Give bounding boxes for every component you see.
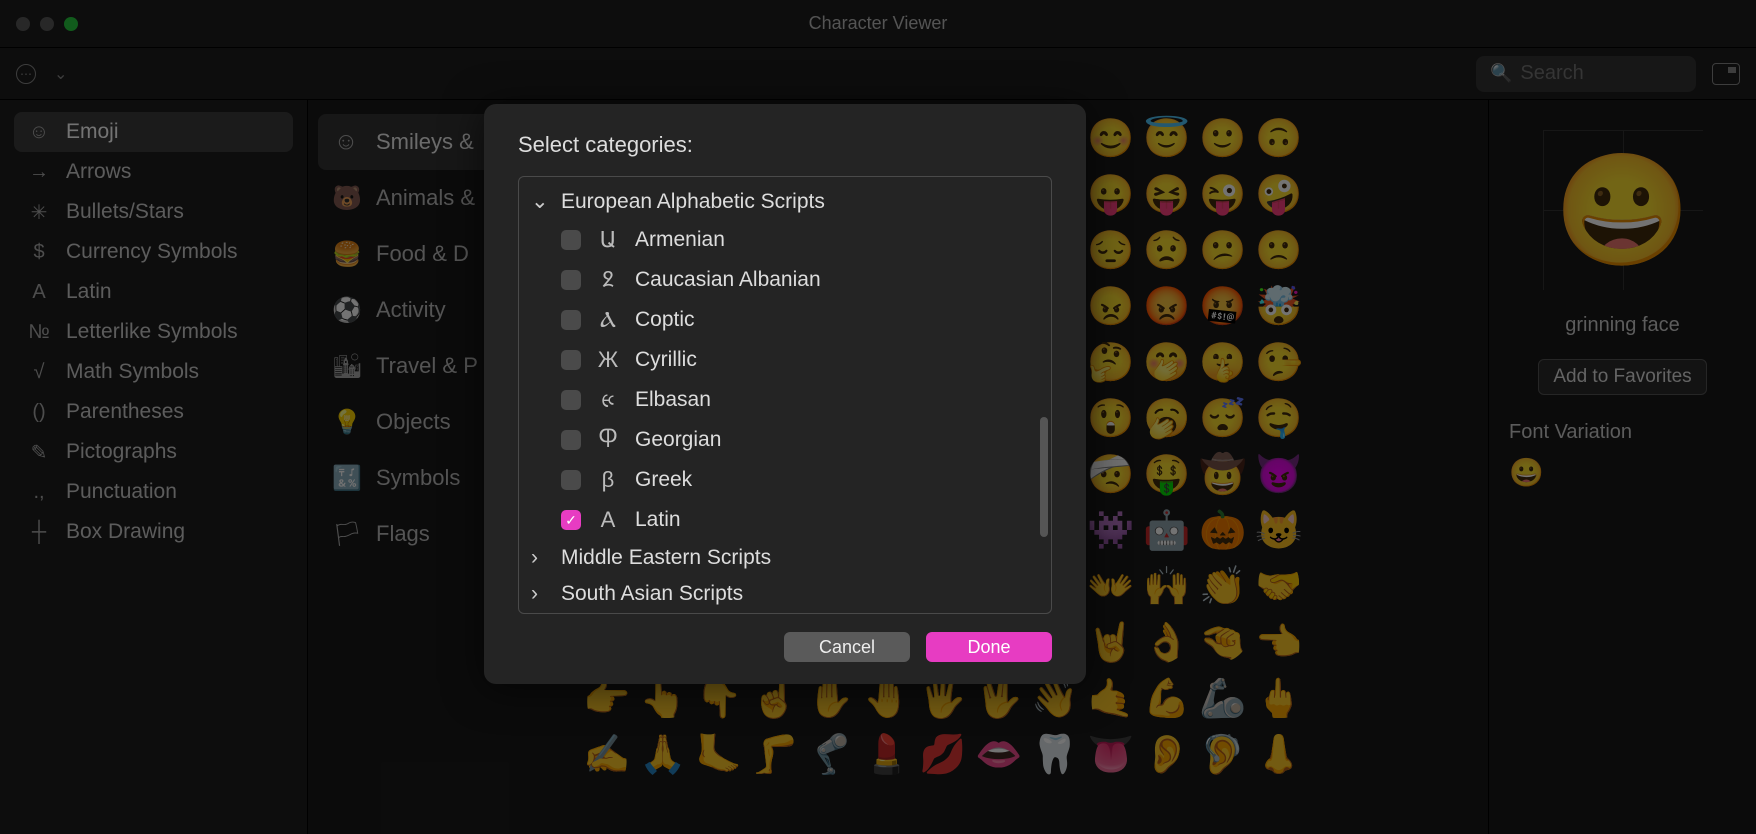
script-label: Georgian [635,428,721,452]
script-row[interactable]: Ⴔ Georgian [523,420,1047,460]
script-label: Armenian [635,228,725,252]
script-group-row[interactable]: › South Asian Scripts [523,576,1047,612]
script-row[interactable]: ✓ A Latin [523,500,1047,540]
script-label: Coptic [635,308,695,332]
script-glyph-icon: β [595,467,621,493]
script-glyph-icon: Ж [595,347,621,373]
script-row[interactable]: Ⲁ Coptic [523,300,1047,340]
script-row[interactable]: Ա Armenian [523,220,1047,260]
script-checkbox[interactable] [561,430,581,450]
scrollbar-thumb[interactable] [1040,417,1048,537]
script-glyph-icon: Ⲁ [595,307,621,333]
script-label: Caucasian Albanian [635,268,821,292]
script-row[interactable]: 𐔀 Elbasan [523,380,1047,420]
script-checkbox[interactable] [561,270,581,290]
category-tree: ⌄ European Alphabetic Scripts Ա Armenian 𐔰 Ca… [518,176,1052,614]
cancel-button[interactable]: Cancel [784,632,910,662]
chevron-right-icon: › [531,546,549,570]
script-group-row[interactable]: › Middle Eastern Scripts [523,540,1047,576]
script-checkbox[interactable] [561,350,581,370]
script-row[interactable]: β Greek [523,460,1047,500]
script-checkbox[interactable] [561,390,581,410]
script-group-label: Middle Eastern Scripts [561,546,771,570]
script-label: Latin [635,508,681,532]
script-label: Cyrillic [635,348,697,372]
dialog-title: Select categories: [518,132,1052,158]
script-checkbox[interactable] [561,310,581,330]
script-row[interactable]: Ж Cyrillic [523,340,1047,380]
script-label: Elbasan [635,388,711,412]
script-glyph-icon: 𐔰 [595,267,621,294]
script-group-label: South Asian Scripts [561,582,743,606]
select-categories-dialog: Select categories: ⌄ European Alphabetic … [484,104,1086,684]
script-row[interactable]: 𐔰 Caucasian Albanian [523,260,1047,300]
script-group-row[interactable]: ⌄ European Alphabetic Scripts [523,183,1047,220]
script-group-label: European Alphabetic Scripts [561,190,825,214]
done-button[interactable]: Done [926,632,1052,662]
script-checkbox[interactable] [561,230,581,250]
script-checkbox[interactable]: ✓ [561,510,581,530]
script-label: Greek [635,468,692,492]
script-glyph-icon: 𐔀 [595,387,621,413]
chevron-down-icon: ⌄ [531,189,549,214]
script-glyph-icon: Ⴔ [595,427,621,453]
script-checkbox[interactable] [561,470,581,490]
chevron-right-icon: › [531,582,549,606]
script-glyph-icon: A [595,507,621,533]
script-glyph-icon: Ա [595,227,621,253]
